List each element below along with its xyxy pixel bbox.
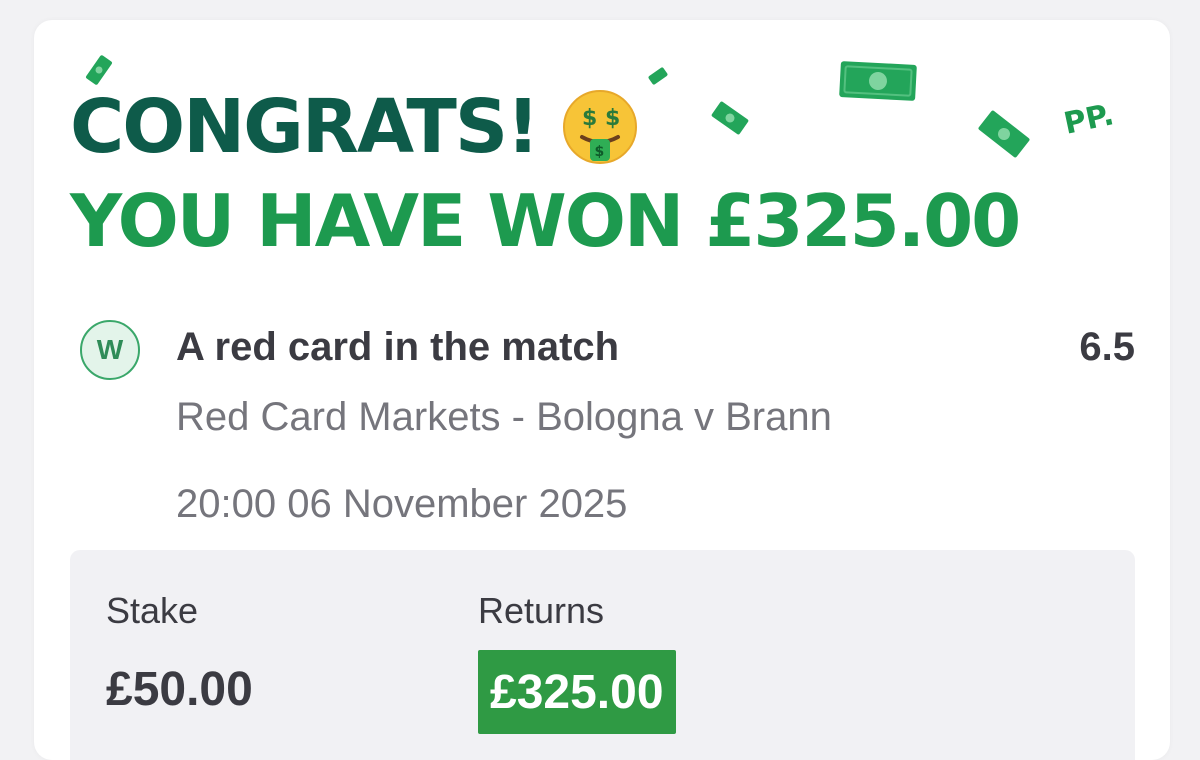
congrats-line: CONGRATS! $ $ $ <box>70 82 1019 172</box>
money-mouth-face-icon: $ $ $ <box>562 90 637 164</box>
win-headline: CONGRATS! $ $ $ YOU HAVE WON £325.00 <box>70 82 1021 266</box>
returns-label: Returns <box>478 590 605 631</box>
stake-value: £50.00 <box>106 663 253 716</box>
congrats-text: CONGRATS! <box>70 84 540 170</box>
odds-value: 6.5 <box>1079 325 1135 369</box>
bet-settled-card: PP. CONGRATS! $ $ $ YOU HAVE WON £325.00… <box>34 20 1170 760</box>
selection-name: A red card in the match <box>176 325 620 369</box>
svg-text:$: $ <box>582 106 596 131</box>
svg-text:$: $ <box>594 144 603 160</box>
market-name: Red Card Markets - Bologna v Brann <box>176 395 832 439</box>
bet-summary-panel: Stake Returns £50.00 £325.00 <box>70 550 1135 760</box>
won-amount-line: YOU HAVE WON £325.00 <box>70 179 1021 263</box>
stake-label: Stake <box>106 590 199 631</box>
returns-value: £325.00 <box>478 650 676 734</box>
event-datetime: 20:00 06 November 2025 <box>176 482 628 526</box>
svg-text:$: $ <box>605 106 619 131</box>
brand-tag: PP. <box>1060 97 1117 142</box>
win-badge-icon: W <box>80 320 140 380</box>
cash-note-icon <box>86 55 112 85</box>
